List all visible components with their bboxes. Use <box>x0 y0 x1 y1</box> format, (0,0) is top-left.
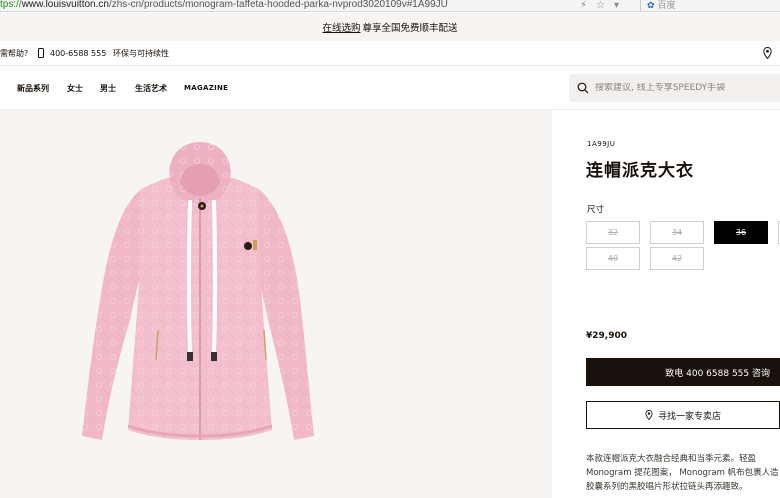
announcement-text: 尊享全国免费顺丰配送 <box>362 23 458 34</box>
nav-women[interactable]: 女士 <box>67 83 83 94</box>
search-input[interactable] <box>595 83 765 93</box>
description-line: Monogram 提花图案， Monogram 帆布包裹人造 <box>586 468 779 478</box>
phone-icon <box>38 48 44 58</box>
nav-magazine[interactable]: MAGAZINE <box>184 84 228 92</box>
product-image-panel <box>0 110 552 498</box>
location-pin-icon <box>645 410 653 420</box>
nav-men[interactable]: 男士 <box>100 83 116 94</box>
lightning-icon[interactable]: ⚡ <box>580 0 587 12</box>
product-price: ¥29,900 <box>586 331 627 341</box>
product-image[interactable] <box>78 140 318 480</box>
find-store-label: 寻找一家专卖店 <box>657 411 721 422</box>
url-host: www.louisvuitton.cn <box>21 0 109 10</box>
product-info-panel: 1A99JU 连帽派克大衣 尺寸 32 34 36 38 40 42 ¥29,9… <box>552 110 780 498</box>
main-nav: 新品系列 女士 男士 生活艺术 MAGAZINE <box>0 66 780 110</box>
call-button[interactable]: 致电 400 6588 555 咨询 <box>586 358 780 386</box>
browser-search[interactable]: ✿ 百度 <box>640 0 780 12</box>
size-option-42[interactable]: 42 <box>650 247 704 270</box>
location-pin-icon[interactable] <box>763 47 772 59</box>
announcement-bar: 在线选购 尊享全国免费顺丰配送 <box>0 13 780 41</box>
search-engine-label: 百度 <box>657 1 676 11</box>
size-label: 尺寸 <box>587 205 605 215</box>
find-store-button[interactable]: 寻找一家专卖店 <box>586 401 780 429</box>
search-icon <box>577 82 589 94</box>
description-line: 胶囊系列的黑胶唱片形状拉链头再添趣致。 <box>586 482 748 492</box>
product-title: 连帽派克大衣 <box>586 161 694 181</box>
url-path: /zhs-cn/products/monogram-taffeta-hooded… <box>108 0 448 10</box>
search-box[interactable] <box>569 74 780 102</box>
product-description: 本款连帽派克大衣融合经典和当季元素。轻盈 Monogram 提花图案， Mono… <box>586 452 780 494</box>
description-line: 本款连帽派克大衣融合经典和当季元素。轻盈 <box>586 454 757 464</box>
url-scheme: tps:// <box>0 0 22 10</box>
phone-number: 400-6588 555 <box>50 48 107 58</box>
sustainability-link[interactable]: 环保与可持续性 <box>113 48 169 59</box>
size-option-32[interactable]: 32 <box>586 221 640 244</box>
url-field[interactable]: tps://www.louisvuitton.cn/zhs-cn/product… <box>0 0 448 11</box>
baidu-icon: ✿ <box>647 1 655 11</box>
nav-art-of-living[interactable]: 生活艺术 <box>135 83 167 94</box>
nav-new-collection[interactable]: 新品系列 <box>17 83 49 94</box>
call-button-label: 致电 400 6588 555 咨询 <box>665 368 770 379</box>
size-option-36[interactable]: 36 <box>714 221 768 244</box>
utility-bar: 需帮助? 400-6588 555 环保与可持续性 <box>0 41 780 66</box>
browser-address-bar[interactable]: tps://www.louisvuitton.cn/zhs-cn/product… <box>0 0 780 12</box>
phone-link[interactable]: 400-6588 555 <box>38 48 106 58</box>
help-link[interactable]: 需帮助? <box>0 48 28 59</box>
size-option-34[interactable]: 34 <box>650 221 704 244</box>
size-option-40[interactable]: 40 <box>586 247 640 270</box>
product-sku: 1A99JU <box>587 140 616 148</box>
dropdown-icon[interactable]: ▾ <box>614 0 619 12</box>
shop-online-link[interactable]: 在线选购 <box>322 20 360 34</box>
star-icon[interactable]: ☆ <box>596 0 605 12</box>
